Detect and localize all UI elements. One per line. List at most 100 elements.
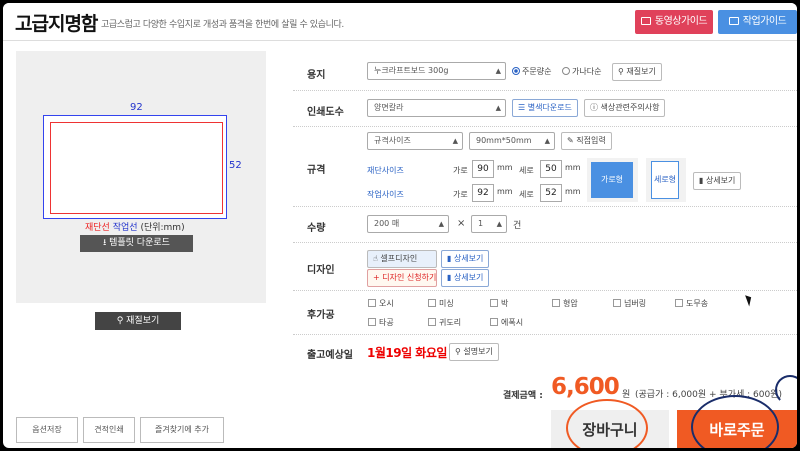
price-label: 결제금액 : (503, 391, 543, 401)
video-guide-label: 동영상가이드 (654, 16, 708, 27)
self-design-label: 셀프디자인 (380, 254, 418, 263)
plus-icon: + (373, 273, 383, 282)
checkbox-icon (613, 299, 621, 307)
print-select[interactable]: 양면칼라 ▲ (367, 99, 506, 117)
ship-date-value: 1월19일 화요일 (367, 346, 447, 360)
cut-height-text: 세로 (519, 166, 534, 175)
sort-alpha-label: 가나다순 (572, 67, 602, 76)
legend-work-line: 작업선 (112, 223, 138, 233)
sort-order-radio[interactable]: 주문량순 (512, 66, 551, 77)
image-icon (728, 17, 739, 25)
size-dims-value: 90mm*50mm (476, 136, 532, 145)
count-select-value: 1 (478, 219, 484, 228)
layers-icon: ☰ (518, 103, 528, 112)
work-guide-button[interactable]: 작업가이드 (718, 10, 797, 34)
estimate-print-button[interactable]: 견적인쇄 (83, 417, 135, 443)
sort-alpha-radio[interactable]: 가나다순 (562, 66, 601, 77)
page-header: 고급지명함 고급스럽고 다양한 수입지로 개성과 품격을 한번에 살릴 수 있습… (3, 3, 797, 41)
self-design-button[interactable]: ☝ 셀프디자인 (367, 250, 437, 268)
template-download-button[interactable]: ⭳ 템플릿 다운로드 (80, 235, 193, 252)
finish-option-label: 귀도리 (439, 318, 462, 327)
paper-material-view-button[interactable]: ⚲ 재질보기 (612, 63, 662, 81)
count-select[interactable]: 1 ▲ (471, 215, 507, 233)
checkbox-icon (368, 299, 376, 307)
finish-option-gwidori[interactable]: 귀도리 (428, 317, 461, 328)
bookmark-icon: ▮ (699, 176, 706, 185)
size-dims-select[interactable]: 90mm*50mm ▲ (469, 132, 555, 150)
select-arrow-icon: ▲ (544, 137, 550, 145)
select-arrow-icon: ▲ (495, 104, 501, 112)
info-icon: ⓘ (590, 103, 601, 112)
search-icon: ⚲ (116, 316, 127, 326)
size-label: 규격 (307, 165, 326, 176)
paper-select[interactable]: 누크라프트보드 300g ▲ (367, 62, 506, 80)
cut-width-unit: mm (497, 163, 513, 172)
size-type-select[interactable]: 규격사이즈 ▲ (367, 132, 463, 150)
preview-height-label: 52 (229, 160, 242, 171)
preview-legend: 재단선 작업선 (단위:mm) (85, 220, 185, 233)
size-type-value: 규격사이즈 (374, 136, 411, 145)
request-design-button[interactable]: + 디자인 신청하기 (367, 269, 437, 287)
portrait-button[interactable]: 세로형 (651, 161, 679, 199)
work-width-unit: mm (497, 187, 513, 196)
app-window: 고급지명함 고급스럽고 다양한 수입지로 개성과 품격을 한번에 살릴 수 있습… (3, 3, 797, 448)
sort-order-label: 주문량순 (522, 67, 552, 76)
bookmark-icon: ▮ (447, 273, 454, 282)
ship-explain-button[interactable]: ⚲ 설명보기 (449, 343, 499, 361)
work-height-input[interactable]: 52 (540, 184, 562, 202)
finish-option-hyeongap[interactable]: 형압 (552, 298, 578, 309)
cut-height-unit: mm (565, 163, 581, 172)
finish-option-label: 오시 (379, 299, 394, 308)
finish-option-label: 박 (501, 299, 509, 308)
cut-height-input[interactable]: 50 (540, 160, 562, 178)
pencil-icon: ✎ (567, 136, 577, 145)
paper-select-value: 누크라프트보드 300g (374, 66, 449, 75)
checkbox-icon (368, 318, 376, 326)
highlight-stroke (775, 375, 797, 405)
ship-date-label: 출고예상일 (307, 350, 353, 361)
checkbox-icon (428, 318, 436, 326)
finish-option-domusong[interactable]: 도무송 (675, 298, 708, 309)
price-amount: 6,600 (551, 374, 620, 400)
finish-option-mising[interactable]: 미싱 (428, 298, 454, 309)
bookmark-icon: ▮ (447, 254, 454, 263)
save-option-button[interactable]: 옵션저장 (16, 417, 78, 443)
direct-input-button[interactable]: ✎ 직접입력 (561, 132, 612, 150)
work-height-text: 세로 (519, 190, 534, 199)
add-favorite-button[interactable]: 즐겨찾기에 추가 (140, 417, 224, 443)
work-height-unit: mm (565, 187, 581, 196)
select-arrow-icon: ▲ (452, 137, 458, 145)
quantity-select[interactable]: 200 매 ▲ (367, 215, 449, 233)
color-download-button[interactable]: ☰ 별색다운로드 (512, 99, 578, 117)
finish-option-tagong[interactable]: 타공 (368, 317, 394, 328)
checkbox-icon (490, 299, 498, 307)
video-guide-button[interactable]: 동영상가이드 (635, 10, 713, 34)
finish-option-oshi[interactable]: 오시 (368, 298, 394, 309)
page-title: 고급지명함 (15, 13, 98, 35)
work-width-input[interactable]: 92 (472, 184, 494, 202)
radio-unchecked-icon (562, 67, 570, 75)
highlight-circle-order (691, 395, 779, 448)
color-notice-label: 색상관련주의사항 (600, 103, 660, 112)
finish-option-epoxy[interactable]: 에폭시 (490, 317, 523, 328)
paper-material-view-label: 재질보기 (626, 67, 656, 76)
preview-material-view-button[interactable]: ⚲ 재질보기 (95, 312, 181, 330)
request-design-detail-button[interactable]: ▮ 상세보기 (441, 269, 490, 287)
request-design-detail-label: 상세보기 (453, 273, 484, 282)
size-detail-button[interactable]: ▮ 상세보기 (693, 172, 742, 190)
checkbox-icon (552, 299, 560, 307)
color-notice-button[interactable]: ⓘ 색상관련주의사항 (584, 99, 666, 117)
preview-material-view-label: 재질보기 (126, 316, 160, 326)
preview-width-label: 92 (130, 102, 143, 113)
landscape-button[interactable]: 가로형 (591, 162, 633, 198)
radio-checked-icon (512, 67, 520, 75)
finish-option-numbering[interactable]: 넘버링 (613, 298, 646, 309)
price-unit: 원 (622, 390, 631, 400)
cut-width-input[interactable]: 90 (472, 160, 494, 178)
finishing-label: 후가공 (307, 310, 335, 321)
highlight-circle-cart (566, 399, 648, 448)
self-design-detail-button[interactable]: ▮ 상세보기 (441, 250, 490, 268)
finish-option-bak[interactable]: 박 (490, 298, 508, 309)
request-design-label: 디자인 신청하기 (382, 273, 437, 282)
work-guide-label: 작업가이드 (742, 16, 787, 27)
